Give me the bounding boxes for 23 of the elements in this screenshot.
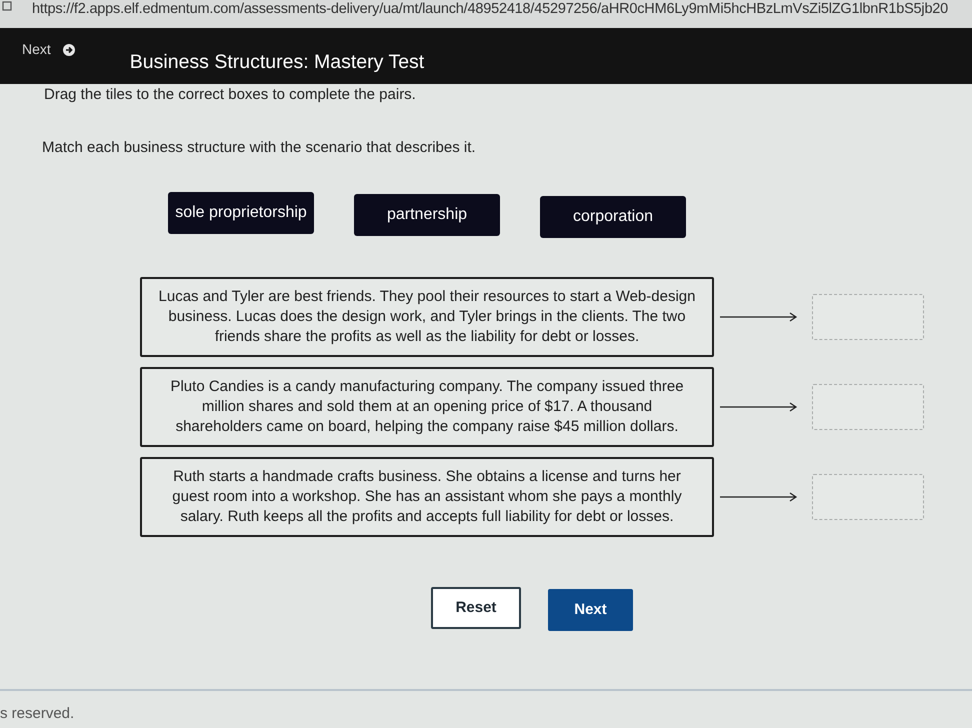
arrow-icon [720, 312, 798, 322]
instruction-text: Match each business structure with the scenario that describes it. [42, 138, 476, 158]
next-nav-button[interactable]: Next [22, 39, 75, 60]
instruction-text: Drag the tiles to the correct boxes to complete the pairs. [44, 85, 416, 105]
url-text: https://f2.apps.elf.edmentum.com/assessments-delivery/ua/mt/launch/48952418/45297256/aHR0cHM6Ly9mMi5hcHBzLmVsZi5lZG1lbnR1bS5jb20 [32, 0, 948, 18]
arrow-icon [720, 402, 798, 412]
scenario-card: Lucas and Tyler are best friends. They pool their resources to start a Web-design business. Lucas does the design work, and Tyler brings in the clients. The two friends share the profits as well as the liability for debt or losses. [140, 277, 714, 357]
answer-tile[interactable]: partnership [354, 194, 500, 236]
next-button[interactable]: Next [548, 589, 633, 631]
reset-button[interactable]: Reset [431, 587, 521, 629]
page-title: Business Structures: Mastery Test [130, 50, 424, 75]
drop-box[interactable] [812, 384, 924, 430]
circle-arrow-icon [62, 44, 75, 56]
arrow-icon [720, 492, 798, 502]
answer-tile[interactable]: sole proprietorship [168, 192, 314, 234]
drop-box[interactable] [812, 294, 924, 340]
answer-tile[interactable]: corporation [540, 196, 686, 238]
scenario-card: Pluto Candies is a candy manufacturing company. The company issued three million shares and sold them at an opening price of $17. A thousand shareholders came on board, helping the company raise $45 million dollars. [140, 367, 714, 447]
address-bar[interactable]: https://f2.apps.elf.edmentum.com/assessments-delivery/ua/mt/launch/48952418/45297256/aHR0cHM6Ly9mMi5hcHBzLmVsZi5lZG1lbnR1bS5jb20 [0, 0, 972, 28]
drop-box[interactable] [812, 474, 924, 520]
page-icon [2, 1, 12, 11]
scenario-card: Ruth starts a handmade crafts business. She obtains a license and turns her guest room into a workshop. She has an assistant whom she pays a monthly salary. Ruth keeps all the profits and accepts full liability for debt or losses. [140, 457, 714, 537]
footer-text: s reserved. [0, 704, 74, 724]
